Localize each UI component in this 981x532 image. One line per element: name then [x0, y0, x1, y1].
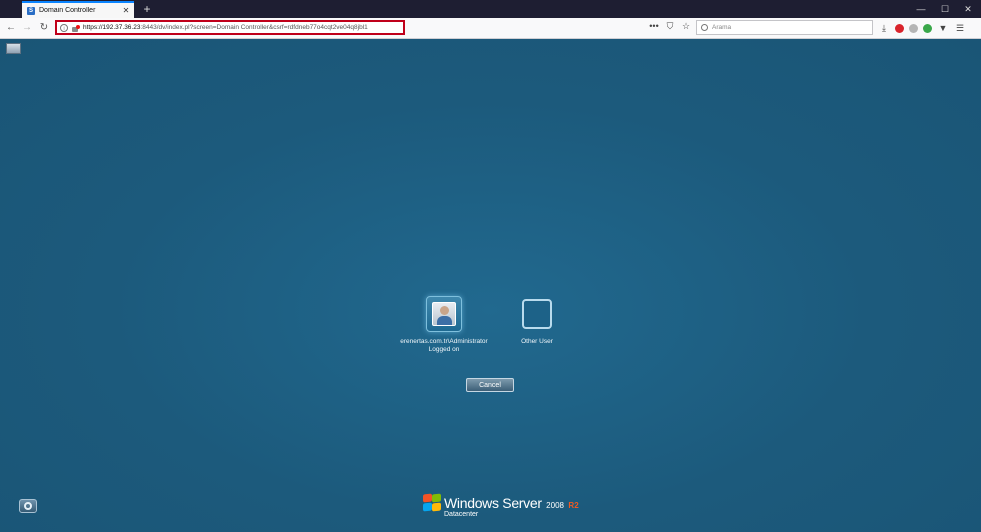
windows-server-logo: Windows Server 2008 R2 Datacenter: [421, 491, 579, 523]
extension-green-icon[interactable]: [923, 23, 932, 33]
search-placeholder: Arama: [712, 24, 732, 31]
brand-edition: Datacenter: [444, 511, 479, 518]
reload-icon[interactable]: ↻: [37, 21, 51, 35]
tab-close-icon[interactable]: ✕: [121, 6, 131, 15]
adblock-icon[interactable]: [895, 23, 904, 33]
brand-version: 2008: [546, 501, 564, 510]
search-input[interactable]: Arama: [696, 20, 873, 35]
tab-title: Domain Controller: [39, 7, 96, 14]
search-icon: [701, 24, 708, 31]
ease-of-access-button[interactable]: [19, 499, 37, 513]
page-actions: ••• ⛉ ☆: [648, 21, 692, 35]
other-user-frame: [522, 299, 552, 329]
vpn-icon[interactable]: ▼: [937, 22, 949, 34]
browser-tab[interactable]: S Domain Controller ✕: [22, 1, 134, 18]
close-window-button[interactable]: ✕: [957, 1, 979, 17]
new-tab-button[interactable]: +: [140, 1, 154, 17]
remote-desktop-screen: erenertas.com.tr\Administrator Logged on…: [0, 39, 981, 532]
forward-arrow-icon[interactable]: →: [20, 21, 34, 35]
bookmark-star-icon[interactable]: ☆: [680, 21, 692, 35]
user-tile-other[interactable]: Other User: [510, 296, 564, 346]
download-icon[interactable]: ⤓: [878, 22, 890, 34]
user-tile-label: erenertas.com.tr\Administrator Logged on: [400, 338, 487, 354]
info-icon[interactable]: i: [60, 23, 68, 32]
url-text[interactable]: https://192.37.36.23:8443/dv/index.pl?sc…: [83, 22, 368, 33]
extension-gray-icon[interactable]: [909, 23, 918, 33]
background-gradient: [0, 39, 981, 532]
tab-favicon-icon: S: [27, 6, 35, 15]
user-tile-frame: [426, 296, 462, 332]
url-host: https://192.37.36.23: [83, 24, 141, 31]
url-path: :8443/dv/index.pl?screen=Domain Controll…: [140, 24, 368, 31]
back-arrow-icon[interactable]: ←: [4, 21, 18, 35]
user-tile-administrator[interactable]: erenertas.com.tr\Administrator Logged on: [400, 296, 488, 354]
pocket-icon[interactable]: ⛉: [664, 21, 676, 35]
menu-icon[interactable]: ☰: [954, 22, 966, 34]
url-bar[interactable]: i https://192.37.36.23:8443/dv/index.pl?…: [55, 20, 405, 35]
maximize-button[interactable]: ☐: [934, 1, 956, 17]
minimize-button[interactable]: —: [910, 1, 932, 17]
monitor-icon[interactable]: [6, 43, 21, 54]
browser-navbar: ← → ↻ i https://192.37.36.23:8443/dv/ind…: [0, 18, 981, 39]
browser-titlebar: S Domain Controller ✕ + — ☐ ✕: [0, 0, 981, 18]
brand-release: R2: [568, 501, 579, 510]
insecure-lock-icon[interactable]: [71, 24, 80, 32]
user-avatar-icon: [432, 302, 456, 326]
page-actions-menu-icon[interactable]: •••: [648, 21, 660, 35]
user-status: Logged on: [428, 346, 460, 353]
user-name: erenertas.com.tr\Administrator: [400, 338, 488, 345]
windows-flag-icon: [421, 493, 441, 512]
other-user-label: Other User: [521, 338, 553, 345]
ease-of-access-icon: [24, 502, 32, 510]
cancel-button[interactable]: Cancel: [466, 378, 514, 392]
brand-name: Windows Server: [444, 495, 542, 511]
toolbar-icons: ⤓ ▼ ☰: [878, 21, 966, 35]
